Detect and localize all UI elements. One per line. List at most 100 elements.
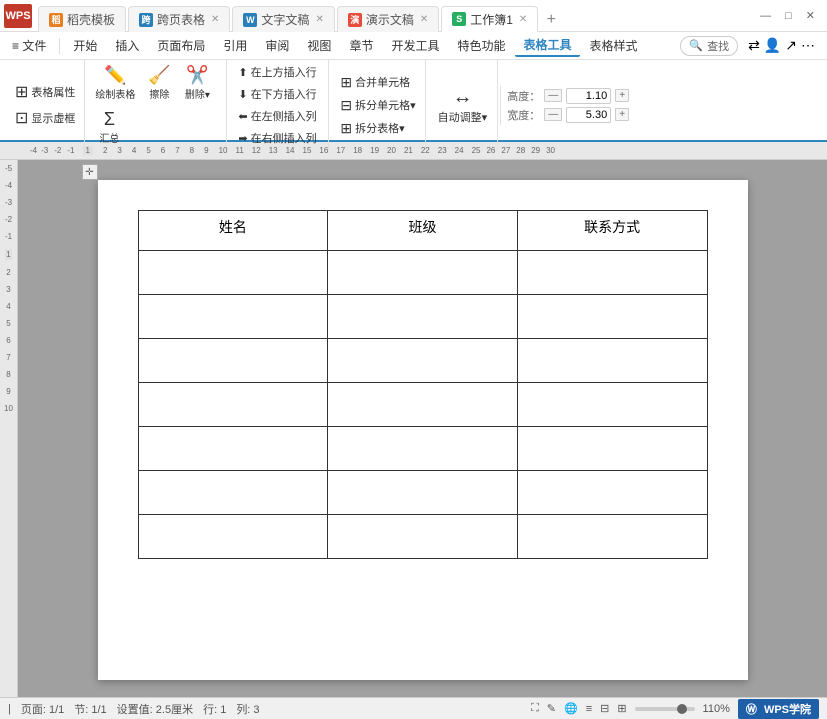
table-cell[interactable] <box>328 427 518 471</box>
table-cell[interactable] <box>138 295 328 339</box>
vruler-num: 10 <box>4 404 13 413</box>
window-close-button[interactable]: ✕ <box>802 7 819 24</box>
width-increase-button[interactable]: + <box>615 108 629 121</box>
menu-layout[interactable]: 页面布局 <box>149 35 213 56</box>
height-increase-button[interactable]: + <box>615 89 629 102</box>
menu-section[interactable]: 章节 <box>341 35 381 56</box>
table-cell[interactable] <box>138 427 328 471</box>
insert-row-col-top-row: ⬆ 在上方插入行 <box>233 62 321 82</box>
tab-close-yanshi[interactable]: ✕ <box>420 14 428 25</box>
menu-start[interactable]: 开始 <box>65 35 105 56</box>
toolbar-extra-4[interactable]: ⋯ <box>801 37 815 54</box>
menu-table-style[interactable]: 表格样式 <box>582 35 646 56</box>
table-cell[interactable] <box>328 339 518 383</box>
globe-icon[interactable]: 🌐 <box>564 702 578 715</box>
table-move-handle[interactable]: ✛ <box>82 164 98 180</box>
menu-insert[interactable]: 插入 <box>107 35 147 56</box>
insert-left-button[interactable]: ⬅ 在左侧插入列 <box>233 106 321 126</box>
table-cell[interactable] <box>517 295 707 339</box>
layout-icon-3[interactable]: ⊞ <box>617 702 626 715</box>
merge-cells-button[interactable]: ⊞ 合并单元格 <box>335 72 415 93</box>
width-input[interactable] <box>566 107 611 123</box>
ruler-num: 28 <box>516 146 525 155</box>
wps-badge[interactable]: Ⓦ WPS学院 <box>738 699 819 719</box>
tab-close-wenzi[interactable]: ✕ <box>315 14 323 25</box>
menu-review[interactable]: 审阅 <box>257 35 297 56</box>
table-cell[interactable] <box>138 251 328 295</box>
table-cell[interactable] <box>517 471 707 515</box>
width-decrease-button[interactable]: — <box>544 108 562 121</box>
height-decrease-button[interactable]: — <box>544 89 562 102</box>
menu-search[interactable]: 🔍 查找 <box>680 36 738 56</box>
table-cell[interactable] <box>517 427 707 471</box>
erase-button[interactable]: 🧹 擦除 <box>141 63 177 103</box>
ruler-num: 19 <box>370 146 379 155</box>
split-table-button[interactable]: ⊞ 拆分表格▾ <box>335 118 409 139</box>
tab-icon-gongzuobu: S <box>452 12 466 26</box>
menu-table-tools[interactable]: 表格工具 <box>515 34 579 57</box>
vruler-num: -1 <box>5 232 12 241</box>
section-indicator: 节: 1/1 <box>74 701 106 717</box>
split-cells-button[interactable]: ⊟ 拆分单元格▾ <box>335 95 420 116</box>
table-header-name[interactable]: 姓名 <box>138 211 328 251</box>
delete-button[interactable]: ✂️ 删除▾ <box>179 63 215 103</box>
ruler-num: 25 <box>472 146 481 155</box>
edit-icon[interactable]: ✎ <box>547 702 556 715</box>
table-cell[interactable] <box>517 383 707 427</box>
table-cell[interactable] <box>138 471 328 515</box>
table-cell[interactable] <box>328 295 518 339</box>
window-minimize-button[interactable]: — <box>756 8 775 24</box>
document-area[interactable]: ✛ 姓名 班级 联系方式 <box>18 160 827 697</box>
table-cell[interactable] <box>328 383 518 427</box>
insert-col-right-row: ➡ 在右侧插入列 <box>233 128 321 148</box>
toolbar-extra-2[interactable]: 👤 <box>764 37 781 54</box>
toolbar-extra-1[interactable]: ⇄ <box>748 37 760 54</box>
table-properties-button[interactable]: ⊞ 表格属性 <box>10 80 80 104</box>
show-grid-button[interactable]: ⊡ 显示虚框 <box>10 106 80 130</box>
table-cell[interactable] <box>138 515 328 559</box>
table-cell[interactable] <box>328 515 518 559</box>
draw-table-button[interactable]: ✏️ 绘制表格 <box>91 63 139 103</box>
auto-adjust-icon: ↔ <box>452 86 472 109</box>
menu-file[interactable]: ≡ 文件 <box>4 35 54 56</box>
table-header-class[interactable]: 班级 <box>328 211 518 251</box>
title-bar: WPS 稻 稻壳模板 跨 跨页表格 ✕ W 文字文稿 ✕ 演 演示文稿 ✕ S … <box>0 0 827 32</box>
menu-view[interactable]: 视图 <box>299 35 339 56</box>
layout-icon-2[interactable]: ⊟ <box>600 702 609 715</box>
toolbar-extra-3[interactable]: ↗ <box>785 37 797 54</box>
table-cell[interactable] <box>517 515 707 559</box>
tab-daoke[interactable]: 稻 稻壳模板 <box>38 6 126 32</box>
table-cell[interactable] <box>517 339 707 383</box>
add-tab-button[interactable]: + <box>540 9 562 31</box>
table-cell[interactable] <box>138 383 328 427</box>
tab-yanshi[interactable]: 演 演示文稿 ✕ <box>337 6 439 32</box>
tab-wenzi[interactable]: W 文字文稿 ✕ <box>232 6 334 32</box>
zoom-slider[interactable] <box>635 707 695 711</box>
menu-reference[interactable]: 引用 <box>215 35 255 56</box>
table-cell[interactable] <box>517 251 707 295</box>
tab-gongzuobu[interactable]: S 工作簿1 ✕ <box>441 6 538 32</box>
table-cell[interactable] <box>328 471 518 515</box>
ruler-num: -1 <box>67 146 74 155</box>
layout-icon-1[interactable]: ≡ <box>586 703 592 715</box>
menu-dev[interactable]: 开发工具 <box>383 35 447 56</box>
menu-special[interactable]: 特色功能 <box>449 35 513 56</box>
sum-button[interactable]: Σ 汇总 <box>91 107 127 147</box>
table-cell[interactable] <box>138 339 328 383</box>
sum-label: 汇总 <box>99 130 119 145</box>
window-maximize-button[interactable]: □ <box>781 8 796 24</box>
insert-right-button[interactable]: ➡ 在右侧插入列 <box>233 128 321 148</box>
tab-close-kuaye[interactable]: ✕ <box>211 14 219 25</box>
height-input[interactable] <box>566 88 611 104</box>
auto-adjust-button[interactable]: ↔ 自动调整▾ <box>432 83 494 128</box>
menu-divider-1 <box>59 38 60 54</box>
fullscreen-icon[interactable]: ⛶ <box>531 702 539 715</box>
tab-close-gongzuobu[interactable]: ✕ <box>519 14 527 25</box>
insert-below-button[interactable]: ⬇ 在下方插入行 <box>233 84 321 104</box>
tab-kuaye[interactable]: 跨 跨页表格 ✕ <box>128 6 230 32</box>
grid-icon: ⊡ <box>15 108 28 128</box>
table-cell[interactable] <box>328 251 518 295</box>
insert-above-label: 在上方插入行 <box>251 64 317 80</box>
table-header-contact[interactable]: 联系方式 <box>517 211 707 251</box>
insert-above-button[interactable]: ⬆ 在上方插入行 <box>233 62 321 82</box>
